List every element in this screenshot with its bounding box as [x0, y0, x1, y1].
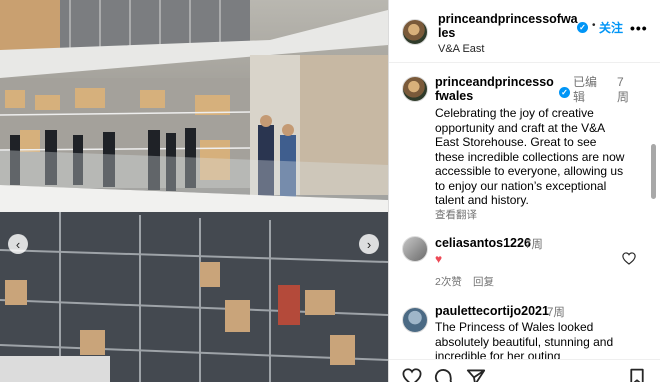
- carousel-next-button[interactable]: ›: [359, 234, 379, 254]
- post-action-bar: [389, 359, 660, 382]
- save-bookmark-icon[interactable]: [626, 368, 648, 382]
- caption-author-avatar[interactable]: [402, 76, 428, 102]
- verified-badge-icon: ✓: [577, 22, 588, 33]
- comment-avatar[interactable]: [402, 307, 428, 333]
- comment-timestamp: 7周: [547, 307, 565, 319]
- comment-timestamp: 7周: [525, 239, 543, 251]
- more-options-icon[interactable]: •••: [630, 20, 648, 36]
- comment-text: The Princess of Wales looked absolutely …: [435, 320, 614, 359]
- verified-badge-icon: ✓: [559, 87, 570, 98]
- carousel-prev-button[interactable]: ‹: [8, 234, 28, 254]
- author-username[interactable]: princeandprincessofwales: [438, 12, 578, 40]
- follow-button[interactable]: 关注: [599, 19, 623, 36]
- comment-like-count[interactable]: 2次赞: [435, 274, 462, 289]
- comment-bubble-icon[interactable]: [433, 368, 455, 382]
- caption-text: Celebrating the joy of creative opportun…: [435, 106, 625, 207]
- comment-text: ♥: [435, 252, 443, 266]
- caption-timestamp[interactable]: 7周: [617, 75, 631, 105]
- post-header: princeandprincessofwales ✓ • 关注 ••• V&A …: [389, 0, 660, 63]
- chevron-left-icon: ‹: [15, 236, 21, 252]
- caption-author-username[interactable]: princeandprincessofwales: [435, 75, 557, 103]
- comment-reply-button[interactable]: 回复: [473, 274, 494, 289]
- separator-dot: •: [592, 20, 596, 31]
- comments-scroll-area[interactable]: princeandprincessofwales ✓ 已编辑 7周 Celebr…: [389, 64, 660, 359]
- comment-avatar[interactable]: [402, 236, 428, 262]
- share-send-icon[interactable]: [465, 368, 487, 382]
- post-side-panel: princeandprincessofwales ✓ • 关注 ••• V&A …: [388, 0, 660, 382]
- author-avatar[interactable]: [402, 19, 428, 45]
- see-translation-link[interactable]: 查看翻译: [435, 207, 477, 222]
- post-location[interactable]: V&A East: [438, 43, 484, 55]
- post-photo[interactable]: ‹ ›: [0, 0, 388, 382]
- comment-username[interactable]: celiasantos1226: [435, 236, 531, 250]
- heart-outline-icon[interactable]: [622, 252, 636, 265]
- like-heart-icon[interactable]: [401, 368, 423, 382]
- edited-label: 已编辑: [573, 75, 598, 104]
- storehouse-photo-illustration: [0, 0, 388, 382]
- scrollbar-thumb[interactable]: [651, 144, 656, 199]
- chevron-right-icon: ›: [366, 236, 372, 252]
- comment-username[interactable]: paulettecortijo2021: [435, 304, 549, 318]
